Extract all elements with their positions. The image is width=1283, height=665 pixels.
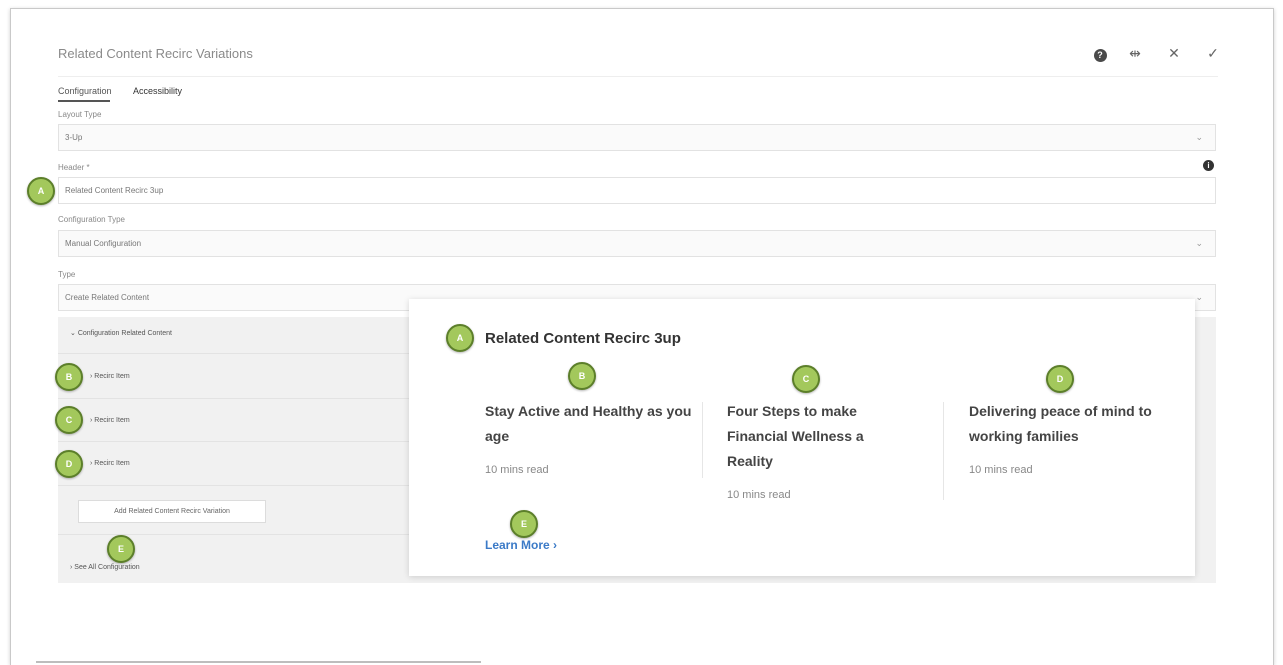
learn-more-link[interactable]: Learn More › (485, 538, 557, 552)
close-icon: ✕ (1168, 45, 1180, 61)
chevron-down-icon: ⌄ (70, 330, 78, 337)
active-tab-indicator (58, 100, 110, 102)
recirc-item-label: Recirc Item (94, 373, 130, 380)
preview-title: Related Content Recirc 3up (485, 330, 681, 347)
help-button[interactable]: ? (1090, 44, 1110, 62)
card-read-time: 10 mins read (485, 464, 549, 476)
configuration-type-value: Manual Configuration (65, 239, 142, 248)
card-title[interactable]: Stay Active and Healthy as you age (485, 399, 695, 449)
type-value: Create Related Content (65, 293, 150, 302)
header-label: Header * (58, 163, 90, 172)
header-input[interactable]: Related Content Recirc 3up (58, 177, 1216, 204)
see-all-configuration-toggle[interactable]: › See All Configuration (70, 564, 140, 571)
dialog-title: Related Content Recirc Variations (58, 46, 253, 61)
header-divider (58, 76, 1218, 77)
configuration-related-content-toggle[interactable]: ⌄ Configuration Related Content (70, 329, 172, 337)
type-label: Type (58, 270, 76, 279)
card-read-time: 10 mins read (969, 464, 1033, 476)
card-title[interactable]: Four Steps to make Financial Wellness a … (727, 399, 902, 474)
configuration-type-select[interactable]: Manual Configuration ⌄ (58, 230, 1216, 257)
annotation-badge-a: A (27, 177, 55, 205)
tab-accessibility[interactable]: Accessibility (133, 86, 182, 96)
chevron-down-icon: ⌄ (1195, 238, 1203, 248)
fullscreen-button[interactable]: ⇹ (1125, 44, 1145, 62)
divider (58, 353, 410, 354)
fullscreen-icon: ⇹ (1129, 45, 1141, 61)
card-title[interactable]: Delivering peace of mind to working fami… (969, 399, 1189, 449)
chevron-down-icon: ⌄ (1195, 292, 1203, 302)
tab-configuration[interactable]: Configuration (58, 86, 112, 96)
info-icon[interactable]: i (1203, 160, 1214, 171)
annotation-badge-e: E (107, 535, 135, 563)
recirc-item-c[interactable]: › Recirc Item (90, 417, 130, 424)
divider (58, 398, 410, 399)
help-icon: ? (1093, 49, 1107, 62)
check-icon: ✓ (1207, 45, 1219, 61)
card-divider (702, 402, 703, 478)
divider (58, 485, 410, 486)
annotation-badge-b: B (55, 363, 83, 391)
configuration-type-label: Configuration Type (58, 215, 126, 224)
layout-type-value: 3-Up (65, 133, 83, 142)
recirc-item-b[interactable]: › Recirc Item (90, 373, 130, 380)
layout-type-label: Layout Type (58, 110, 102, 119)
see-all-label: See All Configuration (74, 564, 140, 571)
annotation-badge-b: B (568, 362, 596, 390)
annotation-badge-c: C (792, 365, 820, 393)
bottom-rule (36, 661, 481, 663)
add-recirc-variation-button[interactable]: Add Related Content Recirc Variation (78, 500, 266, 523)
layout-type-select[interactable]: 3-Up ⌄ (58, 124, 1216, 151)
annotation-badge-c: C (55, 406, 83, 434)
annotation-badge-d: D (1046, 365, 1074, 393)
annotation-badge-a: A (446, 324, 474, 352)
card-divider (943, 402, 944, 500)
chevron-down-icon: ⌄ (1195, 132, 1203, 142)
done-button[interactable]: ✓ (1203, 44, 1223, 62)
close-button[interactable]: ✕ (1164, 44, 1184, 62)
section-label: Configuration Related Content (77, 330, 172, 337)
divider (58, 534, 410, 535)
recirc-item-label: Recirc Item (94, 417, 130, 424)
annotation-badge-d: D (55, 450, 83, 478)
card-read-time: 10 mins read (727, 489, 791, 501)
recirc-item-d[interactable]: › Recirc Item (90, 460, 130, 467)
divider (58, 441, 410, 442)
recirc-item-label: Recirc Item (94, 460, 130, 467)
header-value: Related Content Recirc 3up (65, 186, 164, 195)
annotation-badge-e: E (510, 510, 538, 538)
